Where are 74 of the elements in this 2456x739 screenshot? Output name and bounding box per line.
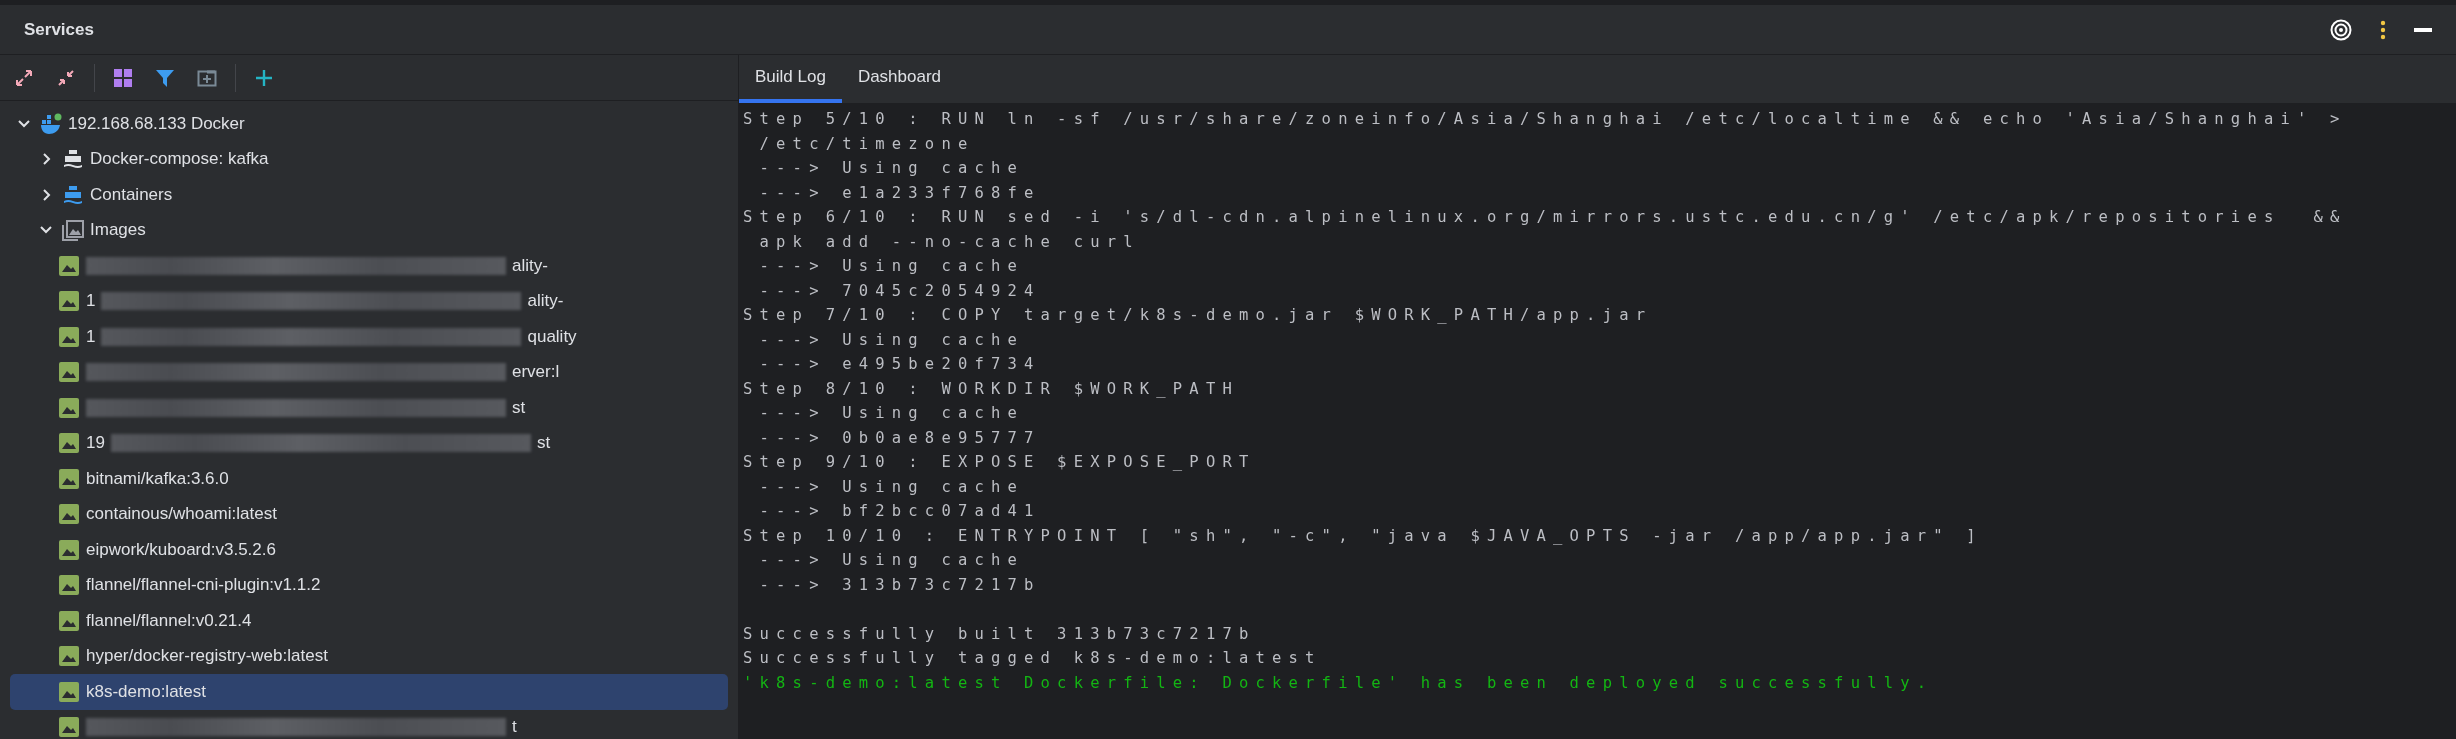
tree-item-label[interactable]: flannel/flannel:v0.21.4 [86,610,252,631]
expand-icon [14,67,34,88]
log-line: ---> Using cache [758,403,1026,424]
image-icon [58,538,80,561]
log-line: Successfully tagged k8s-demo:latest [743,648,1323,669]
log-line: /etc/timezone [758,133,976,155]
image-icon [58,574,80,597]
log-line: Step 7/10 : COPY target/k8s-demo.jar $WORK_PATH/app.jar [743,305,1654,326]
log-line: Step 9/10 : EXPOSE $EXPOSE_PORT [743,452,1257,473]
tree-item-label[interactable]: Images [90,220,146,241]
image-icon [58,432,80,455]
tree-item-label[interactable]: flannel/flannel-cni-plugin:v1.1.2 [86,575,321,596]
log-line: ---> Using cache [758,476,1026,498]
log-line: ---> 0b0ae8e95777 [758,427,1042,449]
tree-item-label[interactable]: st [536,433,551,454]
tree-item-label[interactable]: 1 [86,291,96,312]
tree-item-label[interactable]: t [512,717,517,738]
tree-item-label[interactable]: bitnami/kafka:3.6.0 [86,468,229,489]
tree-row-highlight[interactable]: k8s-demo:latest [10,674,728,710]
image-icon [58,361,80,384]
tree-item-label[interactable]: 19 [86,433,105,454]
image-icon [58,254,80,277]
tree-item-label[interactable]: ality- [527,291,564,312]
log-line: ---> 7045c2054924 [758,280,1042,302]
tree-item-label[interactable]: hyper/docker-registry-web:latest [86,646,328,667]
log-line: Step 6/10 : RUN sed -i 's/dl-cdn.alpinelinux.org/mirrors.ustc.edu.cn/g' /etc/apk/repositories && [743,207,2348,228]
grid-icon [113,67,133,88]
log-line: ---> e1a233f768fe [758,182,1042,204]
log-line: ---> Using cache [758,256,1026,277]
image-icon [58,467,80,490]
minimize-icon[interactable] [2414,27,2432,32]
images-icon [62,219,84,242]
log-line: Successfully built 313b73c7217b [743,623,1257,645]
tree-item-label[interactable]: Docker-compose: kafka [90,149,269,170]
image-icon [58,680,80,703]
success-message: 'k8s-demo:latest Dockerfile: Dockerfile' has been deployed successfully. [743,672,1935,694]
tree-item-label[interactable]: quality [527,326,577,347]
log-line: ---> 313b73c7217b [758,574,1042,596]
panel-title: Services [24,19,95,40]
log-line: Step 8/10 : WORKDIR $WORK_PATH [743,378,1240,400]
image-icon [58,396,80,419]
ship-icon [62,148,84,171]
tree-item-label[interactable]: eipwork/kuboard:v3.5.2.6 [86,539,276,560]
collapse-icon [56,67,76,88]
image-icon [58,645,80,668]
more-icon[interactable] [2380,19,2386,40]
log-line: ---> e495be20f734 [758,354,1042,375]
image-icon [58,325,80,348]
tree-item-label[interactable]: ality- [512,255,548,276]
log-line: ---> Using cache [758,158,1026,179]
tree-item-label[interactable]: Containers [90,184,173,205]
tree-item-label[interactable]: 192.168.68.133 Docker [68,113,245,134]
tab[interactable]: Dashboard [841,55,958,103]
log-line: apk add --no-cache curl [758,231,1141,253]
log-line: ---> bf2bcc07ad41 [758,501,1042,522]
ship-icon [62,183,84,206]
tree-item-label[interactable]: 1 [86,326,96,347]
log-line: ---> Using cache [758,329,1026,351]
docker-whale-icon [40,112,62,135]
log-line: ---> Using cache [758,550,1026,571]
image-icon [58,609,80,632]
image-icon [58,716,80,739]
tree-item-label[interactable]: containous/whoami:latest [86,504,277,525]
tab[interactable]: Build Log [739,55,842,103]
log-line: Step 10/10 : ENTRYPOINT [ "sh", "-c", "java $JAVA_OPTS -jar /app/app.jar" ] [743,525,1984,547]
tree-item-label[interactable]: erver:l [512,362,560,383]
add-icon [254,67,274,88]
image-icon [58,290,80,313]
target-icon[interactable] [2330,18,2352,41]
image-icon [58,503,80,526]
tree-item-label[interactable]: st [512,397,526,418]
log-line: Step 5/10 : RUN ln -sf /usr/share/zoneinfo/Asia/Shanghai /etc/localtime && echo 'Asia/Shanghai' > [743,109,2348,130]
tree-item-label[interactable]: k8s-demo:latest [86,681,206,702]
filter-icon [155,67,175,88]
